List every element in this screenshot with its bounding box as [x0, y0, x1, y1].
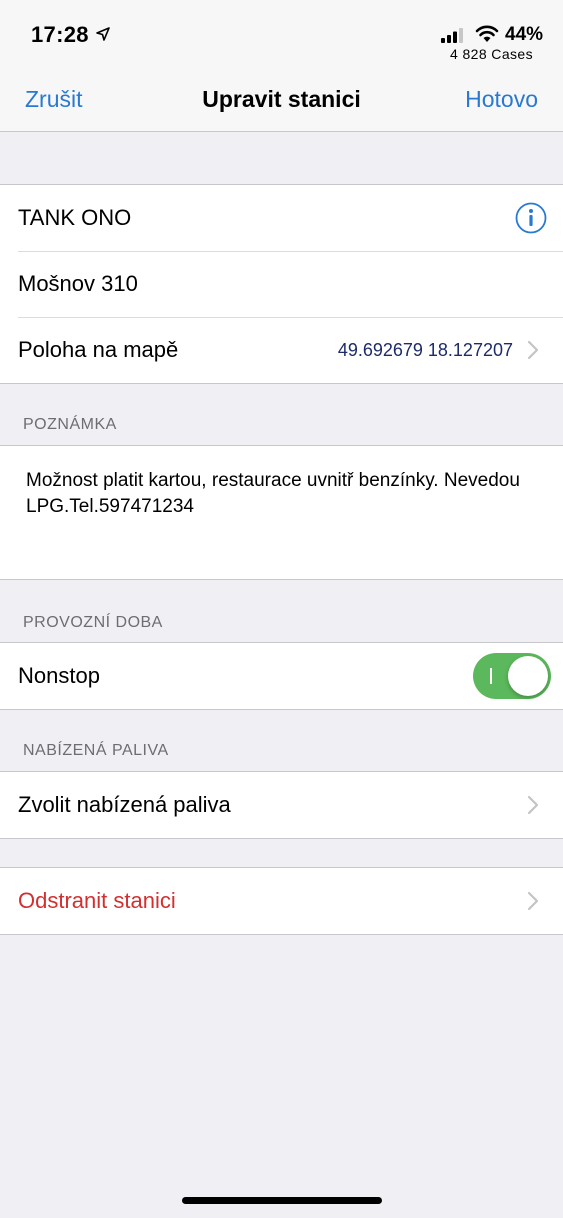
battery-level: 44%: [505, 24, 544, 45]
toggle-knob: [508, 656, 548, 696]
cancel-button[interactable]: Zrušit: [25, 86, 83, 113]
home-indicator[interactable]: [182, 1197, 382, 1204]
map-location-row[interactable]: Poloha na mapě 49.692679 18.127207: [0, 317, 563, 383]
map-location-label: Poloha na mapě: [18, 337, 179, 362]
station-info-group: TANK ONO Mošnov 310 Poloha na mapě 49.69…: [0, 184, 563, 384]
delete-station-button[interactable]: Odstranit stanici: [18, 888, 527, 914]
toggle-on-mark: [490, 668, 492, 684]
note-group[interactable]: Možnost platit kartou, restaurace uvnitř…: [0, 445, 563, 580]
note-section-header: POZNÁMKA: [23, 416, 117, 433]
location-arrow-icon: [96, 27, 110, 41]
nonstop-toggle[interactable]: [473, 653, 551, 699]
station-name[interactable]: TANK ONO: [18, 205, 515, 231]
nonstop-row: Nonstop: [0, 643, 563, 709]
fuels-group: Zvolit nabízená paliva: [0, 771, 563, 839]
nonstop-label: Nonstop: [18, 663, 100, 688]
delete-station-row[interactable]: Odstranit stanici: [0, 868, 563, 934]
station-name-row[interactable]: TANK ONO: [0, 185, 563, 251]
note-text[interactable]: Možnost platit kartou, restaurace uvnitř…: [0, 446, 563, 520]
hours-group: Nonstop: [0, 642, 563, 710]
navigation-bar: Upravit stanici Zrušit Hotovo: [0, 70, 563, 132]
station-address[interactable]: Mošnov 310: [18, 271, 539, 297]
done-button[interactable]: Hotovo: [465, 86, 538, 113]
chevron-right-icon: [527, 795, 539, 815]
status-bar: 17:28 44% 4 828 Cases: [0, 0, 563, 70]
fuels-section-header: NABÍZENÁ PALIVA: [23, 742, 169, 759]
chevron-right-icon: [527, 891, 539, 911]
status-time: 17:28: [31, 22, 89, 47]
select-fuels-row[interactable]: Zvolit nabízená paliva: [0, 772, 563, 838]
wifi-icon: [475, 25, 499, 42]
carrier-text: 4 828 Cases: [449, 46, 533, 62]
cellular-signal-icon: [441, 28, 463, 43]
station-address-row[interactable]: Mošnov 310: [0, 251, 563, 317]
info-icon[interactable]: [515, 202, 547, 234]
select-fuels-label[interactable]: Zvolit nabízená paliva: [18, 792, 527, 818]
delete-group: Odstranit stanici: [0, 867, 563, 935]
chevron-right-icon: [527, 340, 539, 360]
hours-section-header: PROVOZNÍ DOBA: [23, 614, 163, 631]
map-location-coordinates: 49.692679 18.127207: [337, 339, 513, 360]
